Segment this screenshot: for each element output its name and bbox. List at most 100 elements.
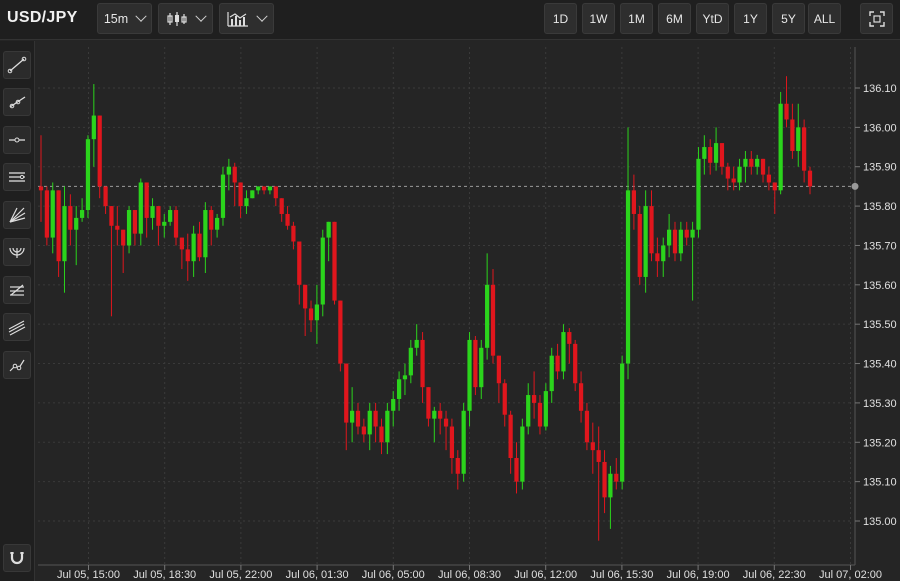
range-button-ytd[interactable]: YtD bbox=[696, 3, 729, 34]
candle-body bbox=[261, 186, 267, 191]
candle-body bbox=[731, 178, 736, 183]
chevron-down-icon bbox=[256, 10, 268, 22]
candle-body bbox=[179, 237, 184, 250]
x-tick-label: Jul 07, 02:00 bbox=[819, 569, 882, 581]
candle-body bbox=[755, 158, 760, 167]
trend-line-icon bbox=[7, 56, 27, 74]
candle-body bbox=[485, 284, 490, 348]
candles bbox=[38, 76, 813, 541]
candle-body bbox=[115, 225, 120, 230]
x-tick-label: Jul 06, 15:30 bbox=[590, 569, 653, 581]
candle-body bbox=[162, 221, 167, 226]
path-tool[interactable] bbox=[3, 351, 31, 379]
candle-body bbox=[766, 174, 772, 183]
candle-body bbox=[191, 233, 196, 262]
y-tick-label: 135.50 bbox=[863, 319, 897, 331]
candle-body bbox=[50, 190, 55, 238]
candle-body bbox=[713, 143, 719, 163]
candle-body bbox=[285, 213, 290, 226]
candle-body bbox=[373, 410, 378, 427]
candle-body bbox=[355, 410, 361, 427]
candle-body bbox=[590, 442, 595, 451]
candle-body bbox=[320, 237, 325, 305]
candle-body bbox=[449, 426, 455, 459]
ray-icon bbox=[9, 96, 26, 109]
range-button-all[interactable]: ALL bbox=[808, 3, 841, 34]
chart-type-dropdown[interactable] bbox=[158, 3, 213, 34]
candle-body bbox=[138, 182, 143, 234]
chart-grid bbox=[38, 47, 853, 565]
candle-body bbox=[631, 190, 637, 214]
chevron-down-icon bbox=[135, 10, 147, 22]
candle-body bbox=[702, 147, 707, 159]
horizontal-line-tool[interactable] bbox=[3, 126, 31, 154]
range-button-1m[interactable]: 1M bbox=[620, 3, 653, 34]
candlestick-icon bbox=[167, 11, 187, 26]
range-button-1w[interactable]: 1W bbox=[582, 3, 615, 34]
candle-body bbox=[737, 166, 742, 183]
arc-tool[interactable] bbox=[3, 238, 31, 266]
fullscreen-button[interactable] bbox=[860, 3, 893, 34]
indicators-dropdown[interactable] bbox=[219, 3, 274, 34]
candle-body bbox=[332, 221, 337, 301]
price-axis: 135.00 135.10 135.20 135.30 135.40 135.50 135.… bbox=[855, 83, 897, 528]
magnet-tool[interactable] bbox=[3, 544, 31, 572]
candle-body bbox=[531, 395, 537, 403]
candle-body bbox=[144, 182, 149, 218]
candle-body bbox=[79, 210, 85, 218]
candle-body bbox=[85, 139, 91, 211]
ray-tool[interactable] bbox=[3, 88, 31, 116]
candle-body bbox=[596, 450, 601, 462]
candle-body bbox=[778, 103, 783, 191]
x-tick-label: Jul 06, 08:30 bbox=[438, 569, 501, 581]
y-tick-label: 135.60 bbox=[863, 280, 897, 292]
candle-body bbox=[637, 213, 642, 277]
candle-body bbox=[514, 458, 519, 482]
candle-body bbox=[173, 210, 179, 238]
current-price-marker bbox=[851, 182, 859, 190]
candle-body bbox=[402, 375, 408, 380]
range-button-1y[interactable]: 1Y bbox=[734, 3, 767, 34]
price-chart[interactable]: 135.00 135.10 135.20 135.30 135.40 135.50 135.… bbox=[0, 0, 900, 581]
candle-body bbox=[614, 473, 619, 482]
x-tick-label: Jul 05, 22:00 bbox=[209, 569, 272, 581]
y-tick-label: 135.80 bbox=[863, 201, 897, 213]
candle-body bbox=[62, 206, 67, 262]
candle-body bbox=[696, 158, 701, 230]
range-button-6m[interactable]: 6M bbox=[658, 3, 691, 34]
candle-body bbox=[807, 170, 813, 187]
fib-retracement-tool[interactable] bbox=[3, 276, 31, 304]
y-tick-label: 135.90 bbox=[863, 162, 897, 174]
x-tick-label: Jul 06, 01:30 bbox=[286, 569, 349, 581]
parallel-channel-tool[interactable] bbox=[3, 163, 31, 191]
candle-body bbox=[790, 119, 795, 151]
fan-icon bbox=[9, 207, 26, 223]
y-tick-label: 135.20 bbox=[863, 437, 897, 449]
trend-line-tool[interactable] bbox=[3, 51, 31, 79]
candle-body bbox=[649, 206, 654, 254]
candle-body bbox=[584, 410, 590, 443]
x-tick-label: Jul 06, 12:00 bbox=[514, 569, 577, 581]
candle-body bbox=[526, 395, 531, 427]
candle-body bbox=[461, 410, 466, 474]
candle-body bbox=[432, 410, 437, 419]
candle-body bbox=[520, 426, 525, 482]
candle-body bbox=[209, 210, 214, 230]
x-tick-label: Jul 06, 22:30 bbox=[743, 569, 806, 581]
candle-body bbox=[168, 210, 173, 222]
candle-body bbox=[361, 426, 366, 435]
fan-tool[interactable] bbox=[3, 201, 31, 229]
candle-body bbox=[103, 186, 108, 207]
candle-body bbox=[385, 410, 390, 443]
range-button-1d[interactable]: 1D bbox=[544, 3, 577, 34]
fullscreen-icon bbox=[868, 10, 885, 27]
candle-body bbox=[549, 355, 554, 392]
candle-body bbox=[620, 363, 625, 482]
channel-lines-tool[interactable] bbox=[3, 313, 31, 341]
candle-body bbox=[297, 241, 302, 285]
candle-body bbox=[502, 383, 507, 415]
range-button-5y[interactable]: 5Y bbox=[772, 3, 805, 34]
interval-dropdown[interactable]: 15m bbox=[97, 3, 152, 34]
candle-body bbox=[438, 410, 443, 419]
candle-body bbox=[772, 182, 777, 191]
